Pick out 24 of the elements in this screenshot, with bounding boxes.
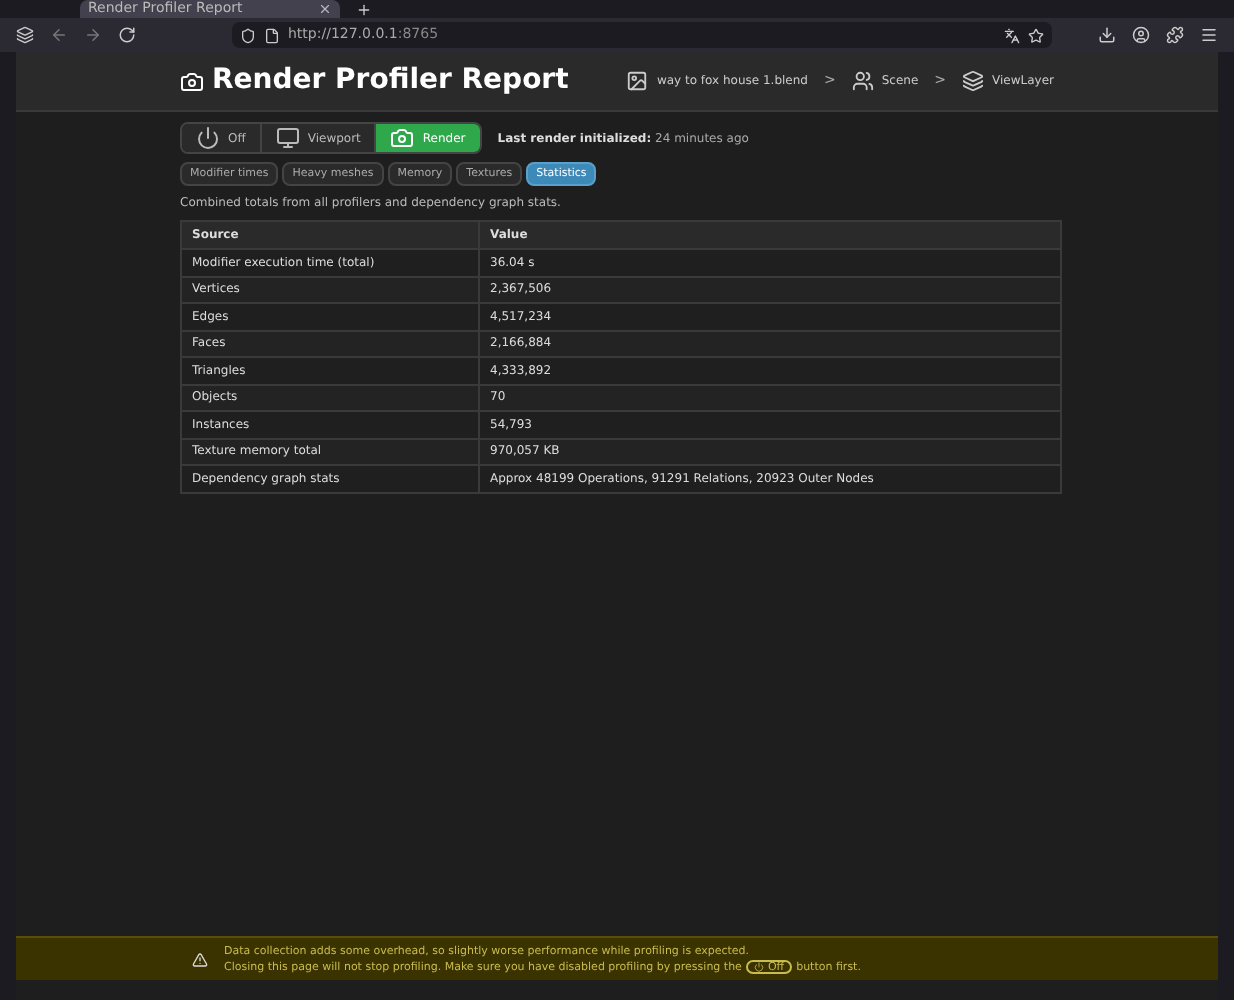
camera-icon — [180, 69, 204, 93]
warning-icon — [192, 951, 208, 967]
forward-icon[interactable] — [84, 26, 102, 44]
extensions-icon[interactable] — [1166, 26, 1184, 44]
download-icon[interactable] — [1098, 26, 1116, 44]
page-icon — [264, 27, 280, 43]
back-icon[interactable] — [50, 26, 68, 44]
account-icon[interactable] — [1132, 26, 1150, 44]
close-icon — [318, 2, 332, 16]
monitor-icon — [275, 126, 300, 150]
new-tab-icon[interactable] — [356, 2, 372, 18]
page-title: Render Profiler Report — [212, 62, 569, 100]
sidebar-icon[interactable] — [16, 26, 34, 44]
image-icon — [626, 70, 649, 92]
layers-icon — [962, 70, 985, 92]
menu-icon[interactable] — [1200, 26, 1218, 44]
shield-icon — [240, 27, 256, 43]
translate-icon[interactable] — [1004, 27, 1020, 43]
bookmark-icon[interactable] — [1028, 27, 1044, 43]
camera-icon — [390, 126, 415, 150]
power-icon — [196, 126, 220, 150]
power-icon — [753, 962, 764, 972]
figures-icon — [851, 70, 874, 92]
reload-icon[interactable] — [118, 26, 136, 44]
